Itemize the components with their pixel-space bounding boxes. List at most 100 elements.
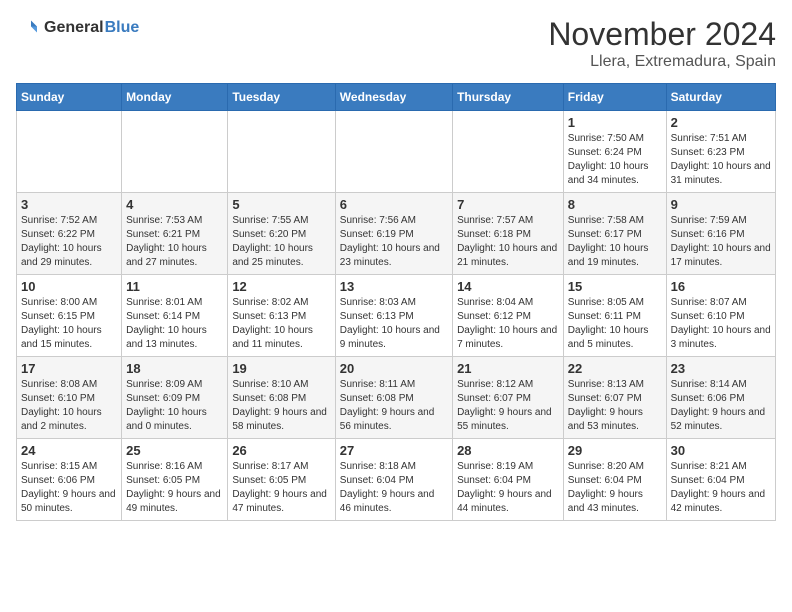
calendar-day-header: Tuesday — [228, 84, 335, 111]
calendar-day-cell: 26 Sunrise: 8:17 AM Sunset: 6:05 PM Dayli… — [228, 439, 335, 521]
month-year-title: November 2024 — [548, 16, 776, 53]
day-info: Sunrise: 8:01 AM Sunset: 6:14 PM Dayligh… — [126, 296, 223, 352]
calendar-day-cell: 29 Sunrise: 8:20 AM Sunset: 6:04 PM Dayli… — [563, 439, 666, 521]
calendar-day-cell: 7 Sunrise: 7:57 AM Sunset: 6:18 PM Daylig… — [453, 193, 564, 275]
day-info: Sunrise: 8:21 AM Sunset: 6:04 PM Dayligh… — [671, 460, 771, 516]
day-info: Sunrise: 7:55 AM Sunset: 6:20 PM Dayligh… — [232, 214, 330, 270]
calendar-day-cell — [453, 111, 564, 193]
day-number: 8 — [568, 197, 662, 212]
day-number: 4 — [126, 197, 223, 212]
day-number: 6 — [340, 197, 448, 212]
calendar-day-cell: 27 Sunrise: 8:18 AM Sunset: 6:04 PM Dayli… — [335, 439, 452, 521]
day-number: 3 — [21, 197, 117, 212]
calendar-week-row: 1 Sunrise: 7:50 AM Sunset: 6:24 PM Daylig… — [17, 111, 776, 193]
day-info: Sunrise: 7:56 AM Sunset: 6:19 PM Dayligh… — [340, 214, 448, 270]
day-number: 16 — [671, 279, 771, 294]
calendar-day-cell — [122, 111, 228, 193]
day-info: Sunrise: 8:03 AM Sunset: 6:13 PM Dayligh… — [340, 296, 448, 352]
day-number: 14 — [457, 279, 559, 294]
day-info: Sunrise: 8:09 AM Sunset: 6:09 PM Dayligh… — [126, 378, 223, 434]
calendar-day-cell: 28Sunrise: 8:19 AM Sunset: 6:04 PM Dayli… — [453, 439, 564, 521]
calendar-day-cell: 2Sunrise: 7:51 AM Sunset: 6:23 PM Daylig… — [666, 111, 775, 193]
day-number: 22 — [568, 361, 662, 376]
day-info: Sunrise: 8:16 AM Sunset: 6:05 PM Dayligh… — [126, 460, 223, 516]
day-number: 11 — [126, 279, 223, 294]
calendar-day-cell: 5 Sunrise: 7:55 AM Sunset: 6:20 PM Daylig… — [228, 193, 335, 275]
day-number: 10 — [21, 279, 117, 294]
calendar-day-cell: 30 Sunrise: 8:21 AM Sunset: 6:04 PM Dayli… — [666, 439, 775, 521]
calendar-day-cell: 12 Sunrise: 8:02 AM Sunset: 6:13 PM Dayli… — [228, 275, 335, 357]
page-header: General Blue November 2024 Llera, Extrem… — [16, 16, 776, 71]
calendar-day-cell — [335, 111, 452, 193]
day-info: Sunrise: 8:04 AM Sunset: 6:12 PM Dayligh… — [457, 296, 559, 352]
day-number: 20 — [340, 361, 448, 376]
calendar-day-header: Thursday — [453, 84, 564, 111]
day-info: Sunrise: 7:53 AM Sunset: 6:21 PM Dayligh… — [126, 214, 223, 270]
calendar-day-cell: 3Sunrise: 7:52 AM Sunset: 6:22 PM Daylig… — [17, 193, 122, 275]
day-number: 2 — [671, 115, 771, 130]
calendar-day-cell: 22 Sunrise: 8:13 AM Sunset: 6:07 PM Dayli… — [563, 357, 666, 439]
day-number: 18 — [126, 361, 223, 376]
calendar-day-header: Friday — [563, 84, 666, 111]
calendar-day-cell: 18 Sunrise: 8:09 AM Sunset: 6:09 PM Dayli… — [122, 357, 228, 439]
calendar-day-cell: 4 Sunrise: 7:53 AM Sunset: 6:21 PM Daylig… — [122, 193, 228, 275]
day-number: 25 — [126, 443, 223, 458]
calendar-day-cell: 9 Sunrise: 7:59 AM Sunset: 6:16 PM Daylig… — [666, 193, 775, 275]
day-number: 13 — [340, 279, 448, 294]
calendar-day-cell: 6 Sunrise: 7:56 AM Sunset: 6:19 PM Daylig… — [335, 193, 452, 275]
day-number: 9 — [671, 197, 771, 212]
calendar-day-cell — [17, 111, 122, 193]
calendar-day-cell: 13 Sunrise: 8:03 AM Sunset: 6:13 PM Dayli… — [335, 275, 452, 357]
day-number: 17 — [21, 361, 117, 376]
day-info: Sunrise: 8:17 AM Sunset: 6:05 PM Dayligh… — [232, 460, 330, 516]
calendar-day-cell: 10Sunrise: 8:00 AM Sunset: 6:15 PM Dayli… — [17, 275, 122, 357]
calendar-day-header: Sunday — [17, 84, 122, 111]
calendar-day-header: Wednesday — [335, 84, 452, 111]
logo: General Blue — [16, 16, 139, 40]
day-info: Sunrise: 8:05 AM Sunset: 6:11 PM Dayligh… — [568, 296, 662, 352]
logo-blue-text: Blue — [105, 19, 140, 37]
day-info: Sunrise: 7:58 AM Sunset: 6:17 PM Dayligh… — [568, 214, 662, 270]
day-number: 7 — [457, 197, 559, 212]
day-info: Sunrise: 8:10 AM Sunset: 6:08 PM Dayligh… — [232, 378, 330, 434]
day-number: 19 — [232, 361, 330, 376]
calendar-week-row: 10Sunrise: 8:00 AM Sunset: 6:15 PM Dayli… — [17, 275, 776, 357]
day-number: 26 — [232, 443, 330, 458]
day-info: Sunrise: 8:13 AM Sunset: 6:07 PM Dayligh… — [568, 378, 662, 434]
calendar-day-cell: 20 Sunrise: 8:11 AM Sunset: 6:08 PM Dayli… — [335, 357, 452, 439]
day-info: Sunrise: 8:15 AM Sunset: 6:06 PM Dayligh… — [21, 460, 117, 516]
day-number: 30 — [671, 443, 771, 458]
day-number: 5 — [232, 197, 330, 212]
day-number: 12 — [232, 279, 330, 294]
logo-general-text: General — [44, 19, 104, 37]
day-number: 24 — [21, 443, 117, 458]
day-info: Sunrise: 7:59 AM Sunset: 6:16 PM Dayligh… — [671, 214, 771, 270]
day-info: Sunrise: 7:50 AM Sunset: 6:24 PM Dayligh… — [568, 132, 662, 188]
day-number: 21 — [457, 361, 559, 376]
logo-icon — [16, 16, 40, 40]
calendar-week-row: 17 Sunrise: 8:08 AM Sunset: 6:10 PM Dayli… — [17, 357, 776, 439]
calendar-day-cell: 1 Sunrise: 7:50 AM Sunset: 6:24 PM Daylig… — [563, 111, 666, 193]
calendar-day-cell: 14 Sunrise: 8:04 AM Sunset: 6:12 PM Dayli… — [453, 275, 564, 357]
day-number: 23 — [671, 361, 771, 376]
title-block: November 2024 Llera, Extremadura, Spain — [548, 16, 776, 71]
calendar-day-cell: 19 Sunrise: 8:10 AM Sunset: 6:08 PM Dayli… — [228, 357, 335, 439]
day-info: Sunrise: 8:19 AM Sunset: 6:04 PM Dayligh… — [457, 460, 559, 516]
calendar-header-row: SundayMondayTuesdayWednesdayThursdayFrid… — [17, 84, 776, 111]
day-info: Sunrise: 8:20 AM Sunset: 6:04 PM Dayligh… — [568, 460, 662, 516]
calendar-day-cell: 11 Sunrise: 8:01 AM Sunset: 6:14 PM Dayli… — [122, 275, 228, 357]
day-number: 15 — [568, 279, 662, 294]
day-info: Sunrise: 8:08 AM Sunset: 6:10 PM Dayligh… — [21, 378, 117, 434]
day-number: 29 — [568, 443, 662, 458]
day-number: 27 — [340, 443, 448, 458]
day-info: Sunrise: 8:14 AM Sunset: 6:06 PM Dayligh… — [671, 378, 771, 434]
calendar-day-cell: 24 Sunrise: 8:15 AM Sunset: 6:06 PM Dayli… — [17, 439, 122, 521]
day-info: Sunrise: 8:02 AM Sunset: 6:13 PM Dayligh… — [232, 296, 330, 352]
day-number: 1 — [568, 115, 662, 130]
day-info: Sunrise: 8:11 AM Sunset: 6:08 PM Dayligh… — [340, 378, 448, 434]
day-info: Sunrise: 8:18 AM Sunset: 6:04 PM Dayligh… — [340, 460, 448, 516]
calendar-week-row: 3Sunrise: 7:52 AM Sunset: 6:22 PM Daylig… — [17, 193, 776, 275]
calendar-day-cell — [228, 111, 335, 193]
calendar-day-header: Saturday — [666, 84, 775, 111]
day-info: Sunrise: 7:57 AM Sunset: 6:18 PM Dayligh… — [457, 214, 559, 270]
